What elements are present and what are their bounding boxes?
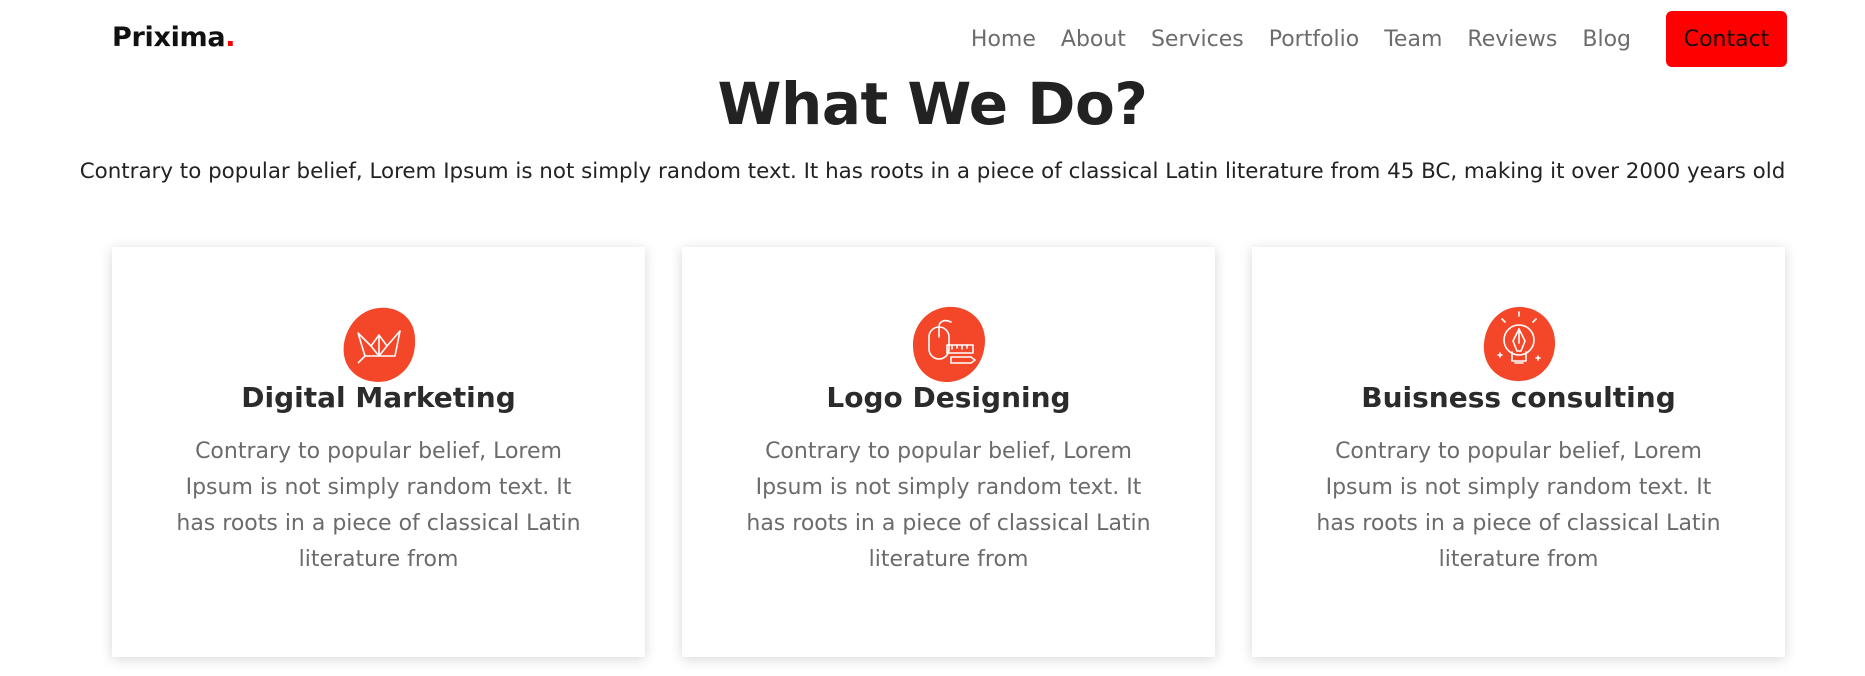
nav-link-about[interactable]: About — [1061, 27, 1126, 52]
section-title: What We Do? — [717, 70, 1148, 138]
brand-dot: . — [225, 22, 236, 53]
section-subtitle: Contrary to popular belief, Lorem Ipsum … — [79, 159, 1786, 184]
contact-button[interactable]: Contact — [1666, 11, 1787, 67]
nav-link-reviews[interactable]: Reviews — [1467, 27, 1557, 52]
card-title: Digital Marketing — [241, 381, 516, 414]
mouse-pen-ruler-icon — [911, 305, 987, 383]
card-text: Contrary to popular belief, Lorem Ipsum … — [1316, 439, 1721, 572]
card-title: Buisness consulting — [1361, 381, 1676, 414]
nav-links: Home About Services Portfolio Team Revie… — [971, 0, 1865, 78]
service-card-logo-designing: Logo Designing Contrary to popular belie… — [682, 247, 1215, 657]
card-text: Contrary to popular belief, Lorem Ipsum … — [176, 439, 581, 572]
lightbulb-pen-icon — [1481, 305, 1557, 383]
service-card-digital-marketing: Digital Marketing Contrary to popular be… — [112, 247, 645, 657]
paper-crane-icon — [341, 305, 417, 383]
brand-logo[interactable]: Prixima. — [112, 22, 236, 53]
navbar: Prixima. Home About Services Portfolio T… — [0, 0, 1865, 78]
nav-link-blog[interactable]: Blog — [1582, 27, 1631, 52]
nav-link-portfolio[interactable]: Portfolio — [1269, 27, 1360, 52]
brand-name: Prixima — [112, 22, 226, 53]
nav-link-services[interactable]: Services — [1151, 27, 1244, 52]
nav-link-team[interactable]: Team — [1384, 27, 1442, 52]
card-text: Contrary to popular belief, Lorem Ipsum … — [746, 439, 1151, 572]
service-card-business-consulting: Buisness consulting Contrary to popular … — [1252, 247, 1785, 657]
card-title: Logo Designing — [826, 381, 1071, 414]
nav-link-home[interactable]: Home — [971, 27, 1036, 52]
